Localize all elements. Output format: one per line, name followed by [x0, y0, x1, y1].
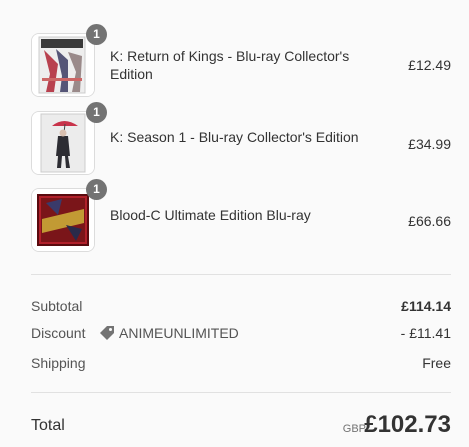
- quantity-badge: 1: [86, 102, 107, 123]
- discount-label: Discount: [31, 325, 86, 341]
- currency-code: GBP: [342, 423, 366, 435]
- product-price: £34.99: [408, 136, 451, 152]
- subtotal-row: Subtotal £114.14: [31, 298, 451, 318]
- discount-value: - £11.41: [400, 325, 451, 341]
- divider: [31, 274, 451, 275]
- product-name: K: Season 1 - Blu-ray Collector's Editio…: [110, 129, 359, 145]
- divider: [31, 392, 451, 393]
- product-image: [32, 112, 94, 174]
- product-name: K: Return of Kings - Blu-ray Collector's…: [110, 48, 350, 82]
- quantity-badge: 1: [86, 24, 107, 45]
- product-price: £12.49: [408, 57, 451, 73]
- product-image: [32, 189, 94, 251]
- product-image: [32, 34, 94, 96]
- product-name: Blood-C Ultimate Edition Blu-ray: [110, 207, 311, 223]
- product-thumbnail: 1: [31, 24, 107, 97]
- product-thumbnail: 1: [31, 179, 107, 252]
- product-price: £66.66: [408, 213, 451, 229]
- total-label: Total: [31, 417, 65, 434]
- total-value: £102.73: [364, 411, 451, 438]
- quantity-badge: 1: [86, 179, 107, 200]
- discount-code-tag: ANIMEUNLIMITED: [99, 325, 259, 345]
- line-item: 1 Blood-C Ultimate Edition Blu-ray £66.6…: [31, 179, 451, 254]
- shipping-row: Shipping Free: [31, 355, 451, 375]
- subtotal-value: £114.14: [401, 298, 451, 314]
- line-item: 1 K: Season 1 - Blu-ray Collector's Edit…: [31, 102, 451, 177]
- line-item: 1 K: Return of Kings - Blu-ray Collector…: [31, 24, 451, 99]
- tag-icon: [99, 325, 115, 341]
- shipping-label: Shipping: [31, 355, 86, 371]
- discount-code: ANIMEUNLIMITED: [119, 325, 239, 341]
- subtotal-label: Subtotal: [31, 298, 83, 314]
- shipping-value: Free: [422, 355, 451, 371]
- discount-row: Discount ANIMEUNLIMITED - £11.41: [31, 325, 451, 345]
- product-thumbnail: 1: [31, 102, 107, 175]
